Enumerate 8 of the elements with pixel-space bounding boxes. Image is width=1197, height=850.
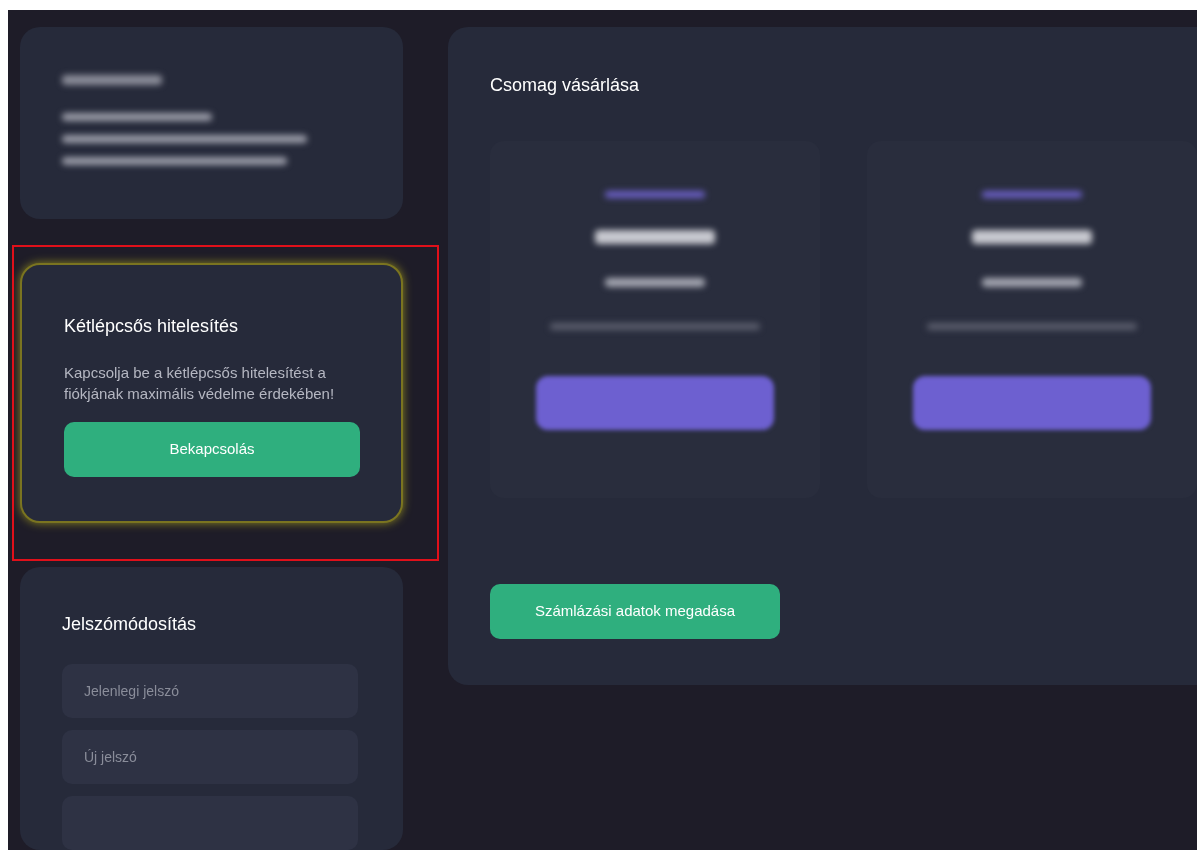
enable-button[interactable]: Bekapcsolás [64,422,360,477]
password-field[interactable]: Jelenlegi jelszó [62,664,358,718]
card-title: Jelszómódosítás [62,613,198,636]
card-description: Kapcsolja be a kétlépcsős hitelesítést a fiókjának maximális védelme érdekében! [64,363,336,404]
panel-title: Csomag vásárlása [490,74,641,97]
card-title: Kétlépcsős hitelesítés [64,315,240,338]
password-field[interactable]: Új jelszó [62,730,358,784]
billing-button[interactable]: Számlázási adatok megadása [490,584,780,639]
